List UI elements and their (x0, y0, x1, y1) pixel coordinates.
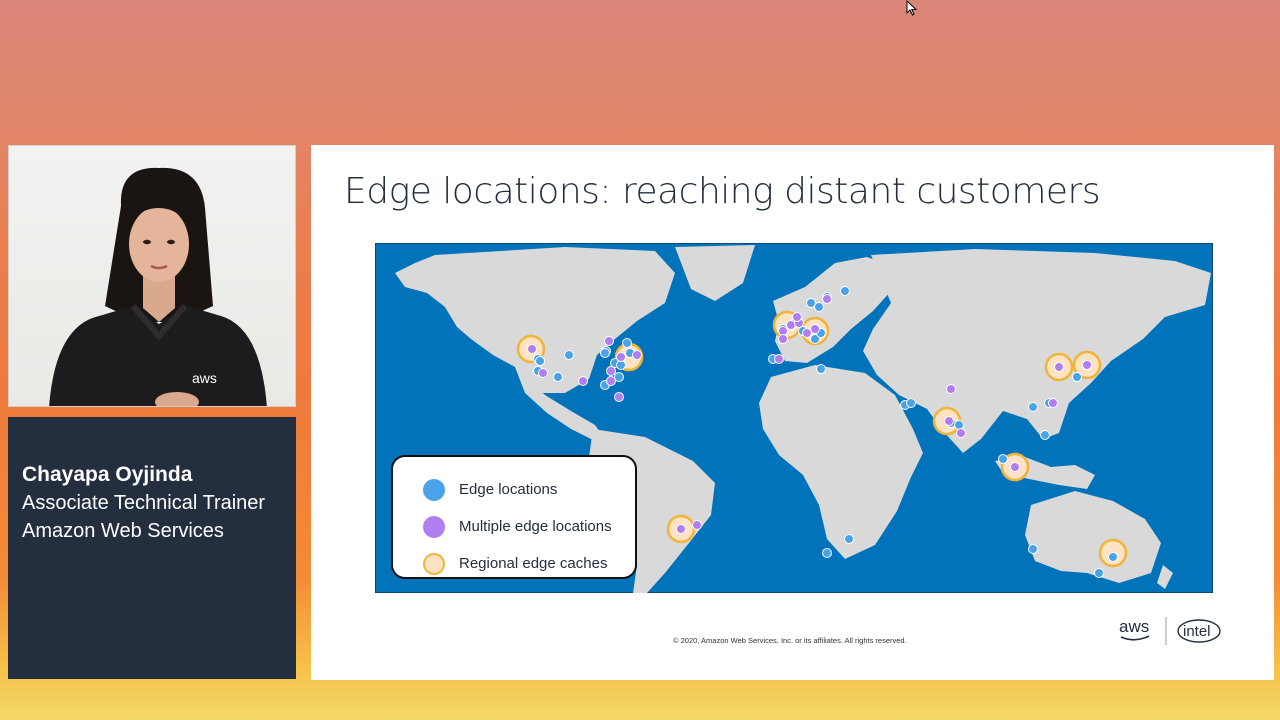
edge-location-marker (1072, 372, 1082, 382)
edge-location-marker (822, 548, 832, 558)
shirt-logo: aws (192, 370, 217, 386)
regional-edge-cache-swatch (423, 552, 445, 575)
presenter-video: aws (8, 145, 296, 407)
multiple-edge-location-marker (538, 368, 548, 378)
multiple-edge-location-marker (1054, 362, 1064, 372)
multiple-edge-location-marker (632, 350, 642, 360)
multiple-edge-location-marker (822, 294, 832, 304)
presenter-role: Associate Technical Trainer (22, 492, 266, 514)
edge-location-marker (1040, 430, 1050, 440)
edge-location-marker (622, 338, 632, 348)
edge-location-marker (553, 372, 563, 382)
multiple-edge-location-marker (614, 392, 624, 402)
presenter-name: Chayapa Oyjinda (22, 463, 193, 486)
multiple-edge-location-marker (604, 336, 614, 346)
multiple-edge-location-marker (1010, 462, 1020, 472)
multiple-edge-location-marker (692, 520, 702, 530)
legend-label: Edge locations (459, 481, 558, 498)
edge-location-swatch (423, 478, 445, 501)
edge-location-marker (1028, 544, 1038, 554)
legend-item-regional: Regional edge caches (423, 545, 635, 582)
multiple-edge-location-marker (578, 376, 588, 386)
edge-location-marker (1028, 402, 1038, 412)
multiple-edge-location-marker (616, 352, 626, 362)
multiple-edge-location-marker (956, 428, 966, 438)
aws-logo: aws (1119, 617, 1149, 636)
edge-location-marker (1094, 568, 1104, 578)
presenter-name-card: Chayapa Oyjinda Associate Technical Trai… (8, 417, 296, 679)
edge-location-marker (998, 454, 1008, 464)
multiple-edge-location-marker (606, 376, 616, 386)
edge-location-marker (816, 364, 826, 374)
legend-item-edge: Edge locations (423, 471, 635, 508)
mouse-cursor-icon (906, 0, 918, 16)
edge-location-marker (564, 350, 574, 360)
multiple-edge-location-swatch (423, 515, 445, 538)
multiple-edge-location-marker (1082, 360, 1092, 370)
map-legend: Edge locations Multiple edge locations R… (391, 455, 637, 579)
presenter-image (49, 167, 267, 406)
legend-item-multiple: Multiple edge locations (423, 508, 635, 545)
slide: Edge locations: reaching distant custome… (311, 145, 1274, 680)
edge-location-marker (840, 286, 850, 296)
slide-title: Edge locations: reaching distant custome… (344, 171, 1101, 212)
legend-label: Multiple edge locations (459, 518, 612, 535)
edge-location-marker (844, 534, 854, 544)
legend-label: Regional edge caches (459, 555, 608, 572)
multiple-edge-location-marker (946, 384, 956, 394)
copyright-text: © 2020, Amazon Web Services, Inc. or its… (673, 636, 907, 645)
multiple-edge-location-marker (944, 416, 954, 426)
edge-location-marker (806, 298, 816, 308)
multiple-edge-location-marker (792, 312, 802, 322)
multiple-edge-location-marker (774, 354, 784, 364)
multiple-edge-location-marker (778, 334, 788, 344)
multiple-edge-location-marker (527, 344, 537, 354)
presenter-company: Amazon Web Services (22, 520, 224, 542)
edge-location-marker (906, 398, 916, 408)
multiple-edge-location-marker (802, 328, 812, 338)
partner-logos: aws intel (1119, 617, 1221, 645)
aws-smile-icon (1120, 635, 1150, 641)
multiple-edge-location-marker (1048, 398, 1058, 408)
edge-location-marker (1108, 552, 1118, 562)
multiple-edge-location-marker (676, 524, 686, 534)
edge-location-marker (535, 356, 545, 366)
multiple-edge-location-marker (606, 366, 616, 376)
intel-logo: intel (1183, 623, 1211, 640)
edge-location-marker (600, 348, 610, 358)
